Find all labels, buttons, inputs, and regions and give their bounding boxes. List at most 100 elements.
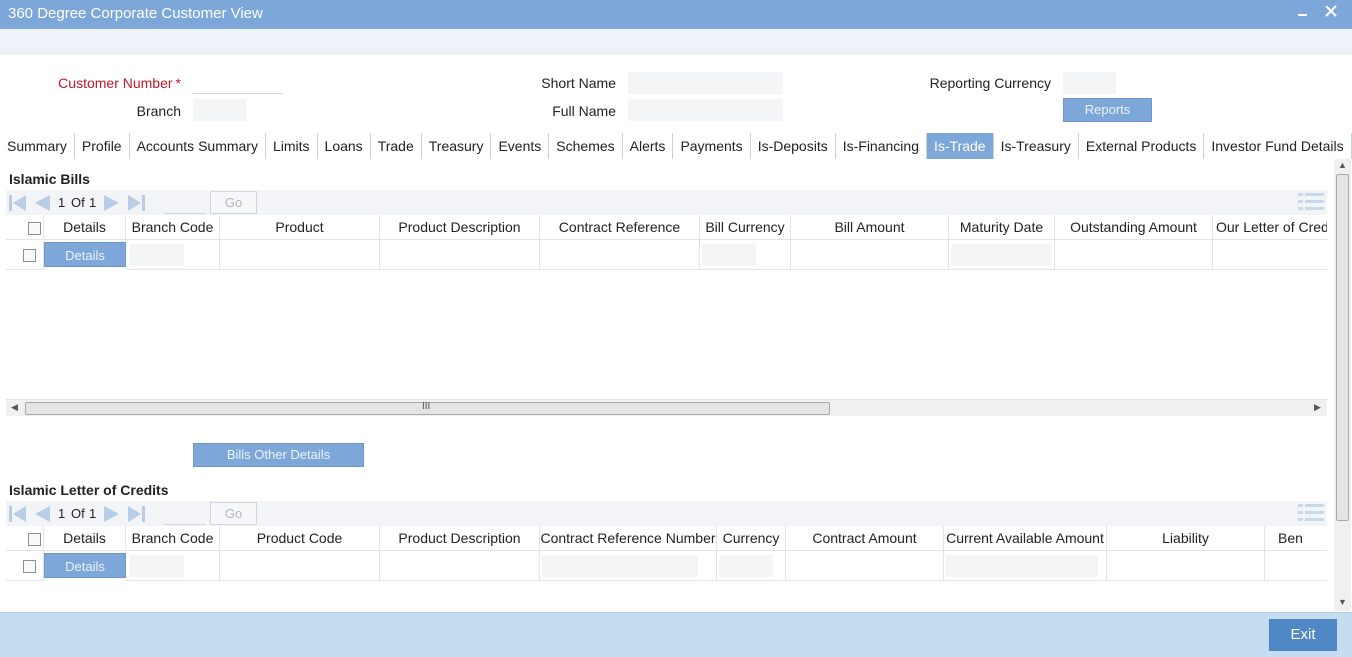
window-title-bar: 360 Degree Corporate Customer View xyxy=(0,0,1352,29)
tab-investor-fund-details[interactable]: Investor Fund Details xyxy=(1204,133,1352,159)
last-page-icon[interactable] xyxy=(126,194,146,212)
close-icon[interactable] xyxy=(1320,2,1342,24)
table-cell xyxy=(220,551,380,581)
page-number-input[interactable] xyxy=(164,503,206,525)
tab-is-treasury[interactable]: Is-Treasury xyxy=(994,133,1079,159)
tab-profile[interactable]: Profile xyxy=(75,133,130,159)
tab-alerts[interactable]: Alerts xyxy=(623,133,674,159)
grid-settings-icon[interactable] xyxy=(1298,503,1324,523)
tab-bar: Summary Profile Accounts Summary Limits … xyxy=(0,133,1352,159)
grid-settings-icon[interactable] xyxy=(1298,192,1324,212)
tab-schemes[interactable]: Schemes xyxy=(549,133,623,159)
bills-pagination-toolbar: 1 Of 1 Go xyxy=(6,190,1327,216)
column-header: Product Description xyxy=(380,215,540,239)
cell-input[interactable] xyxy=(951,244,1051,266)
reports-button[interactable]: Reports xyxy=(1063,98,1152,122)
table-cell xyxy=(540,240,700,270)
header-select-all[interactable] xyxy=(6,526,44,550)
tab-is-financing[interactable]: Is-Financing xyxy=(836,133,927,159)
cell-input[interactable] xyxy=(702,244,756,266)
tab-trade[interactable]: Trade xyxy=(371,133,422,159)
tab-limits[interactable]: Limits xyxy=(266,133,318,159)
table-cell xyxy=(1265,551,1327,581)
column-header: Ben xyxy=(1265,526,1327,550)
branch-label: Branch xyxy=(136,103,181,119)
row-checkbox[interactable] xyxy=(23,249,36,262)
letters-of-credit-table: Details Branch Code Product Code Product… xyxy=(6,526,1327,612)
cell-input[interactable] xyxy=(130,244,184,266)
column-header: Bill Amount xyxy=(791,215,949,239)
last-page-icon[interactable] xyxy=(126,505,146,523)
scroll-down-icon[interactable]: ▼ xyxy=(1338,597,1347,607)
details-button[interactable]: Details xyxy=(44,242,126,267)
column-header: Contract Reference Number xyxy=(540,526,717,550)
tab-loans[interactable]: Loans xyxy=(318,133,371,159)
table-cell xyxy=(949,240,1055,270)
page-current: 1 xyxy=(58,195,66,210)
header-select-all[interactable] xyxy=(6,215,44,239)
row-select-cell xyxy=(6,551,44,581)
customer-number-label: Customer Number * xyxy=(58,75,181,91)
scroll-thumb[interactable] xyxy=(1336,174,1349,521)
minimize-icon[interactable] xyxy=(1292,2,1314,24)
vertical-scrollbar[interactable]: ▲ ▼ xyxy=(1334,159,1351,611)
scroll-up-icon[interactable]: ▲ xyxy=(1338,160,1347,170)
table-cell xyxy=(126,551,220,581)
tab-external-products[interactable]: External Products xyxy=(1079,133,1205,159)
tab-payments[interactable]: Payments xyxy=(673,133,751,159)
first-page-icon[interactable] xyxy=(8,505,28,523)
table-row: Details xyxy=(6,550,1327,581)
table-cell xyxy=(220,240,380,270)
tab-is-trade[interactable]: Is-Trade xyxy=(926,133,994,159)
column-header: Branch Code xyxy=(126,526,220,550)
column-header: Maturity Date xyxy=(949,215,1055,239)
full-name-input[interactable] xyxy=(628,99,783,121)
tab-summary[interactable]: Summary xyxy=(0,133,75,159)
branch-input[interactable] xyxy=(193,99,246,121)
page-current: 1 xyxy=(58,506,66,521)
lc-pagination-toolbar: 1 Of 1 Go xyxy=(6,501,1327,527)
cell-input[interactable] xyxy=(946,555,1098,577)
horizontal-scrollbar[interactable]: ◀ III ▶ xyxy=(6,399,1327,416)
go-button[interactable]: Go xyxy=(210,191,257,214)
reporting-currency-input[interactable] xyxy=(1063,72,1116,94)
exit-button[interactable]: Exit xyxy=(1269,619,1337,651)
select-all-checkbox[interactable] xyxy=(28,222,41,235)
customer-number-input[interactable] xyxy=(193,72,283,94)
page-of: Of xyxy=(71,506,85,521)
go-button[interactable]: Go xyxy=(210,502,257,525)
short-name-input[interactable] xyxy=(628,72,783,94)
scroll-thumb[interactable]: III xyxy=(25,401,830,415)
previous-page-icon[interactable] xyxy=(32,505,52,523)
bills-other-details-button[interactable]: Bills Other Details xyxy=(193,443,364,467)
next-page-icon[interactable] xyxy=(102,194,122,212)
cell-input[interactable] xyxy=(719,555,773,577)
first-page-icon[interactable] xyxy=(8,194,28,212)
previous-page-icon[interactable] xyxy=(32,194,52,212)
next-page-icon[interactable] xyxy=(102,505,122,523)
tab-events[interactable]: Events xyxy=(491,133,550,159)
window-title: 360 Degree Corporate Customer View xyxy=(8,5,263,22)
row-checkbox[interactable] xyxy=(23,560,36,573)
reporting-currency-label: Reporting Currency xyxy=(929,75,1051,91)
page-number-input[interactable] xyxy=(164,192,206,214)
column-header: Current Available Amount xyxy=(944,526,1107,550)
table-cell xyxy=(791,240,949,270)
table-cell xyxy=(380,551,540,581)
tab-treasury[interactable]: Treasury xyxy=(422,133,492,159)
select-all-checkbox[interactable] xyxy=(28,533,41,546)
table-cell xyxy=(944,551,1107,581)
table-cell xyxy=(540,551,717,581)
scroll-left-icon[interactable]: ◀ xyxy=(11,402,18,413)
islamic-letter-of-credits-title: Islamic Letter of Credits xyxy=(9,482,169,498)
column-header: Outstanding Amount xyxy=(1055,215,1213,239)
column-header: Details xyxy=(44,526,126,550)
tab-is-deposits[interactable]: Is-Deposits xyxy=(751,133,836,159)
page-total: 1 xyxy=(89,506,97,521)
cell-input[interactable] xyxy=(542,555,698,577)
details-button[interactable]: Details xyxy=(44,553,126,578)
scroll-right-icon[interactable]: ▶ xyxy=(1314,402,1321,413)
cell-input[interactable] xyxy=(130,555,184,577)
tab-accounts-summary[interactable]: Accounts Summary xyxy=(130,133,266,159)
bills-table: Details Branch Code Product Product Desc… xyxy=(6,215,1327,399)
